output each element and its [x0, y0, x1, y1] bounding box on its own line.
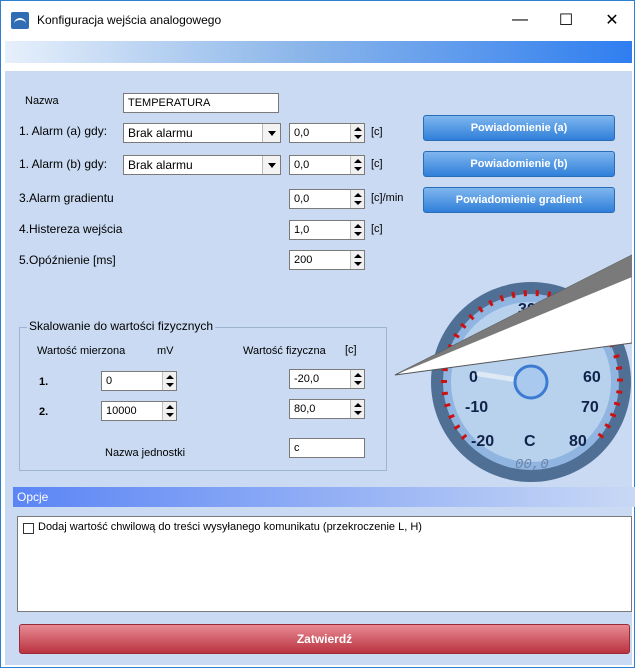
main-panel: Nazwa TEMPERATURA 1. Alarm (a) gdy: Brak… [5, 71, 635, 665]
alarm-a-select-value: Brak alarmu [128, 126, 193, 140]
row1-measured-value: 0 [106, 375, 113, 387]
measured-label: Wartość mierzona [37, 345, 126, 357]
row1-physical-value: -20,0 [294, 373, 320, 385]
title-bar: Konfiguracja wejścia analogowego — ☐ ✕ [1, 1, 634, 41]
row1-physical-spinner[interactable]: -20,0 [289, 369, 365, 389]
delay-spinner[interactable]: 200 [289, 250, 365, 270]
alarm-b-select-value: Brak alarmu [128, 158, 193, 172]
gauge-tick-label: -10 [465, 399, 488, 416]
hysteresis-unit: [c] [371, 223, 383, 235]
unit-name-input[interactable]: c [289, 438, 365, 458]
row1-measured-spinner[interactable]: 0 [101, 371, 177, 391]
spin-buttons-icon[interactable] [350, 370, 364, 388]
spin-buttons-icon[interactable] [350, 400, 364, 418]
alarm-b-label: 1. Alarm (b) gdy: [19, 157, 108, 171]
notify-a-button[interactable]: Powiadomienie (a) [423, 115, 615, 141]
gauge-tick-label: 80 [569, 433, 587, 450]
options-list: Dodaj wartość chwilową do treści wysyłan… [17, 516, 632, 612]
delay-value: 200 [294, 254, 313, 266]
include-value-checkbox-label[interactable]: Dodaj wartość chwilową do treści wysyłan… [38, 521, 422, 533]
submit-button[interactable]: Zatwierdź [19, 624, 630, 654]
row2-physical-spinner[interactable]: 80,0 [289, 399, 365, 419]
spin-buttons-icon[interactable] [350, 190, 364, 208]
spin-buttons-icon[interactable] [162, 372, 176, 390]
unit-name-label: Nazwa jednostki [105, 447, 186, 459]
gradient-value: 0,0 [294, 193, 310, 205]
close-button[interactable]: ✕ [589, 1, 635, 39]
gradient-unit: [c]/min [371, 192, 404, 204]
options-header-label: Opcje [17, 490, 49, 504]
alarm-a-spinner[interactable]: 0,0 [289, 123, 365, 143]
measured-unit: mV [157, 345, 174, 357]
row1-index: 1. [39, 376, 49, 388]
name-input[interactable]: TEMPERATURA [123, 93, 279, 113]
row2-index: 2. [39, 406, 49, 418]
spin-buttons-icon[interactable] [162, 402, 176, 420]
alarm-b-value: 0,0 [294, 159, 310, 171]
chevron-down-icon[interactable] [262, 156, 280, 174]
minimize-button[interactable]: — [497, 1, 543, 39]
hysteresis-spinner[interactable]: 1,0 [289, 220, 365, 240]
alarm-a-label: 1. Alarm (a) gdy: [19, 124, 108, 138]
scaling-group-title: Skalowanie do wartości fizycznych [27, 319, 216, 333]
alarm-b-unit: [c] [371, 158, 383, 170]
delay-label: 5.Opóźnienie [ms] [19, 253, 116, 267]
header-gradient-band [5, 41, 632, 63]
notify-gradient-button[interactable]: Powiadomienie gradient [423, 187, 615, 213]
gauge-unit: C [524, 433, 536, 450]
row2-measured-value: 10000 [106, 405, 137, 417]
hysteresis-label: 4.Histereza wejścia [19, 222, 123, 236]
gradient-label: 3.Alarm gradientu [19, 191, 114, 205]
physical-unit: [c] [345, 344, 357, 356]
spin-buttons-icon[interactable] [350, 124, 364, 142]
row2-measured-spinner[interactable]: 10000 [101, 401, 177, 421]
alarm-b-spinner[interactable]: 0,0 [289, 155, 365, 175]
name-label: Nazwa [25, 95, 59, 107]
alarm-a-value: 0,0 [294, 127, 310, 139]
alarm-a-select[interactable]: Brak alarmu [123, 123, 281, 143]
options-header: Opcje [13, 487, 635, 507]
window-title: Konfiguracja wejścia analogowego [37, 13, 222, 27]
app-icon [11, 12, 29, 29]
spin-buttons-icon[interactable] [350, 251, 364, 269]
gradient-spinner[interactable]: 0,0 [289, 189, 365, 209]
gauge-tick-label: -20 [471, 433, 494, 450]
include-value-checkbox[interactable] [23, 523, 34, 534]
spin-buttons-icon[interactable] [350, 221, 364, 239]
spin-buttons-icon[interactable] [350, 156, 364, 174]
notify-b-button[interactable]: Powiadomienie (b) [423, 151, 615, 177]
row2-physical-value: 80,0 [294, 403, 316, 415]
chevron-down-icon[interactable] [262, 124, 280, 142]
alarm-a-unit: [c] [371, 126, 383, 138]
callout-wedge [394, 254, 632, 376]
physical-label: Wartość fizyczna [243, 345, 326, 357]
gauge-readout: 00,0 [515, 457, 549, 473]
maximize-button[interactable]: ☐ [543, 1, 589, 39]
dialog-window: Konfiguracja wejścia analogowego — ☐ ✕ N… [0, 0, 635, 668]
gauge-tick-label: 70 [581, 399, 599, 416]
hysteresis-value: 1,0 [294, 224, 310, 236]
alarm-b-select[interactable]: Brak alarmu [123, 155, 281, 175]
